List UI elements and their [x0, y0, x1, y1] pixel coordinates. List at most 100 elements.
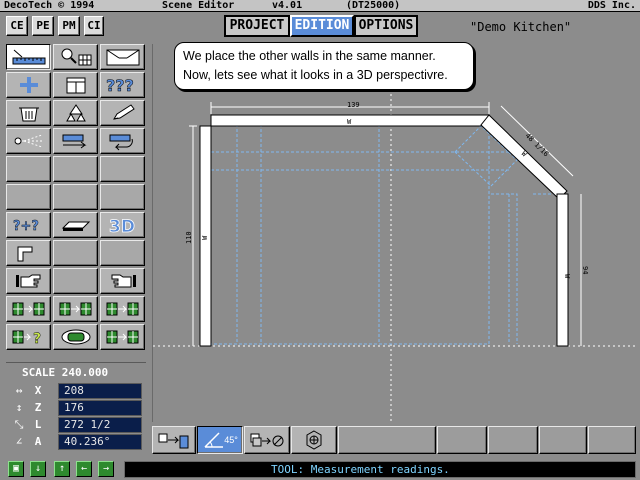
app-title: Scene Editor	[162, 0, 235, 11]
target-grid-button[interactable]	[291, 426, 337, 454]
zoom-fit-icon[interactable]: ▣	[8, 461, 24, 477]
empty-slot	[6, 156, 51, 182]
measure-row-x: ↔ X 208	[12, 383, 142, 399]
angle-degree-label: 45°	[224, 435, 238, 445]
corner-wall-tool[interactable]	[6, 240, 51, 266]
ruler-measure-tool-icon	[12, 49, 45, 65]
trash-tool-icon	[18, 107, 39, 122]
view-3d-tool[interactable]: 3D	[100, 212, 145, 238]
measure-label: A	[34, 435, 42, 448]
recycle-tool[interactable]	[53, 100, 98, 126]
scatter-copy-tool[interactable]	[6, 128, 51, 154]
swap-modules-2-tool-icon	[59, 302, 91, 316]
measure-x-value: 208	[58, 383, 142, 399]
empty-slot	[100, 156, 145, 182]
top-wall-dimension: 139	[210, 101, 490, 114]
swap-modules-tool[interactable]	[6, 296, 51, 322]
diagonal-arrows-icon: ⤡	[14, 418, 24, 431]
add-query-tool-icon: ?+?	[12, 219, 38, 234]
add-wall-tool[interactable]	[6, 72, 51, 98]
project-name: "Demo Kitchen"	[470, 20, 572, 34]
tab-project[interactable]: PROJECT	[224, 15, 290, 37]
menu-pm-button[interactable]: PM	[58, 16, 80, 36]
pencil-tool[interactable]	[100, 100, 145, 126]
rotate-arrow-tool-icon	[109, 134, 133, 151]
build-label: (DT25000)	[346, 0, 401, 11]
measure-l-value: 272 1/2	[58, 417, 142, 433]
hand-point-right-tool[interactable]	[100, 268, 145, 294]
oval-frame-tool[interactable]	[53, 324, 98, 350]
horizontal-arrows-icon: ↔	[15, 384, 23, 397]
measure-row-z: ↕ Z 176	[12, 400, 142, 416]
tutorial-bubble: We place the other walls in the same man…	[174, 42, 474, 90]
floor-plan-drawing: 139 W 110 W 48 1/16 W W 94	[153, 44, 637, 422]
move-arrow-tool[interactable]	[53, 128, 98, 154]
svg-text:3D: 3D	[109, 217, 135, 235]
angle-45-button[interactable]: 45°	[197, 426, 243, 454]
company-label: DecoTech © 1994	[4, 0, 95, 11]
tab-edition[interactable]: EDITION	[290, 15, 354, 37]
swap-modules-3-tool[interactable]	[100, 296, 145, 322]
floor-plan-canvas[interactable]: 139 W 110 W 48 1/16 W W 94	[152, 44, 637, 422]
scale-label: SCALE 240.000	[22, 366, 109, 379]
scroll-down-icon[interactable]: ↓	[30, 461, 46, 477]
pencil-tool-icon	[112, 104, 135, 120]
cabinet-tool[interactable]	[53, 72, 98, 98]
no-rotate-button[interactable]	[244, 426, 290, 454]
menu-ci-button[interactable]: CI	[84, 16, 104, 36]
swap-modules-3-tool-icon	[106, 302, 138, 316]
empty-view-slot	[588, 426, 636, 454]
menu-ce-button[interactable]: CE	[6, 16, 28, 36]
measure-row-l: ⤡ L 272 1/2	[12, 417, 142, 433]
room-plan-tool[interactable]	[100, 44, 145, 70]
counter-top-tool-icon	[61, 221, 90, 231]
scroll-up-icon[interactable]: ↑	[54, 461, 70, 477]
swap-modules-4-tool-icon	[106, 330, 138, 344]
swap-query-tool-icon: ?	[12, 330, 41, 347]
hand-point-right-tool-icon	[111, 274, 136, 288]
help-query-tool[interactable]: ???	[100, 72, 145, 98]
hand-point-left-tool[interactable]	[6, 268, 51, 294]
swap-query-tool[interactable]: ?	[6, 324, 51, 350]
hand-point-left-tool-icon	[15, 274, 40, 288]
add-query-tool[interactable]: ?+?	[6, 212, 51, 238]
oval-frame-tool-icon	[61, 329, 90, 345]
measure-a-value: 40.236°	[58, 434, 142, 450]
corner-wall-tool-icon	[17, 246, 32, 262]
vendor-label: DDS Inc.	[587, 0, 636, 11]
rotate-arrow-tool[interactable]	[100, 128, 145, 154]
empty-slot	[53, 184, 98, 210]
no-rotate-icon	[250, 433, 284, 447]
wall-right[interactable]	[556, 193, 569, 347]
align-modules-button[interactable]	[152, 426, 196, 454]
measure-label: X	[34, 384, 42, 397]
tab-options[interactable]: OPTIONS	[354, 15, 418, 37]
empty-slot	[53, 240, 98, 266]
counter-top-tool[interactable]	[53, 212, 98, 238]
zoom-grid-tool-icon	[61, 48, 91, 66]
recycle-tool-icon	[65, 104, 86, 122]
svg-text:?: ?	[33, 331, 41, 347]
scroll-right-icon[interactable]: →	[98, 461, 114, 477]
svg-text:???: ???	[106, 76, 134, 95]
room-plan-tool-icon	[106, 49, 139, 66]
empty-slot	[53, 156, 98, 182]
tool-palette: ??? ?+? 3D ?	[6, 44, 146, 356]
measurement-panel: SCALE 240.000 ↔ X 208 ↕ Z 176 ⤡ L 272 1/…	[6, 362, 146, 454]
menu-pe-button[interactable]: PE	[32, 16, 54, 36]
scroll-left-icon[interactable]: ←	[76, 461, 92, 477]
move-arrow-tool-icon	[62, 134, 86, 149]
swap-modules-tool-icon	[12, 302, 44, 316]
zoom-grid-tool[interactable]	[53, 44, 98, 70]
empty-view-slot	[539, 426, 587, 454]
measure-z-value: 176	[58, 400, 142, 416]
empty-slot	[100, 240, 145, 266]
measure-label: L	[34, 418, 42, 431]
swap-modules-4-tool[interactable]	[100, 324, 145, 350]
empty-slot	[100, 184, 145, 210]
cabinet-tool-icon	[66, 77, 85, 94]
ruler-measure-tool[interactable]	[6, 44, 51, 70]
trash-tool[interactable]	[6, 100, 51, 126]
swap-modules-2-tool[interactable]	[53, 296, 98, 322]
right-wall-dim-label: 94	[581, 266, 589, 274]
